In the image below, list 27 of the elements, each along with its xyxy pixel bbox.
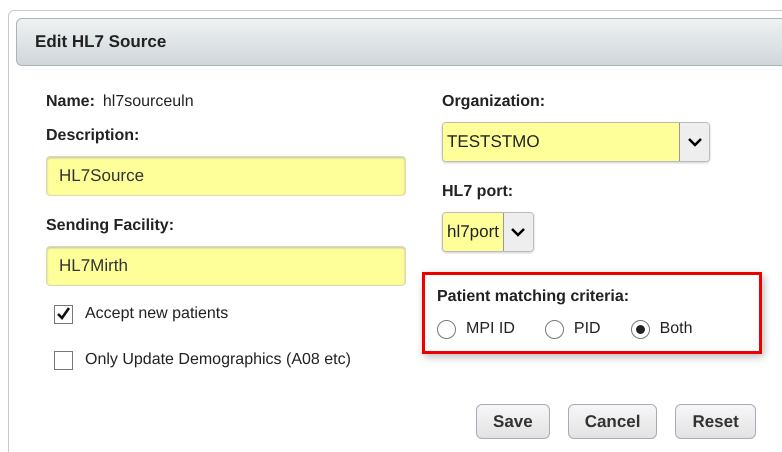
checkbox-label: Only Update Demographics (A08 etc) [85, 350, 351, 370]
organization-label: Organization: [442, 92, 546, 112]
checkbox[interactable] [54, 304, 73, 324]
name-value: hl7sourceuln [102, 93, 194, 110]
sending-facility-label: Sending Facility: [46, 216, 174, 236]
name-label: Name: [46, 92, 95, 112]
organization-dropdown[interactable]: TESTSTMO [442, 122, 710, 162]
sending-facility-field[interactable]: HL7Mirth [46, 246, 406, 286]
radio-button[interactable] [544, 320, 564, 338]
radio-button[interactable] [437, 320, 456, 338]
dialog-button[interactable]: Save [476, 404, 550, 439]
checkbox-label: Accept new patients [85, 304, 228, 324]
checkbox[interactable] [54, 350, 73, 370]
chevron-down-icon [510, 226, 526, 238]
radio-label: Both [660, 319, 692, 339]
description-field[interactable]: HL7Source [46, 156, 406, 196]
radio-label: MPI ID [466, 319, 515, 339]
hl7-port-dropdown[interactable]: hl7port [442, 212, 534, 252]
dialog-title: Edit HL7 Source [35, 31, 166, 54]
dialog-button[interactable]: Cancel [568, 404, 658, 439]
hl7-port-label: HL7 port: [442, 182, 514, 202]
radio-button[interactable] [630, 320, 650, 338]
dialog-button[interactable]: Reset [675, 404, 756, 439]
description-label: Description: [46, 126, 140, 146]
chevron-down-icon [686, 136, 702, 148]
criteria-label: Patient matching criteria: [437, 287, 630, 307]
radio-label: PID [574, 319, 601, 339]
